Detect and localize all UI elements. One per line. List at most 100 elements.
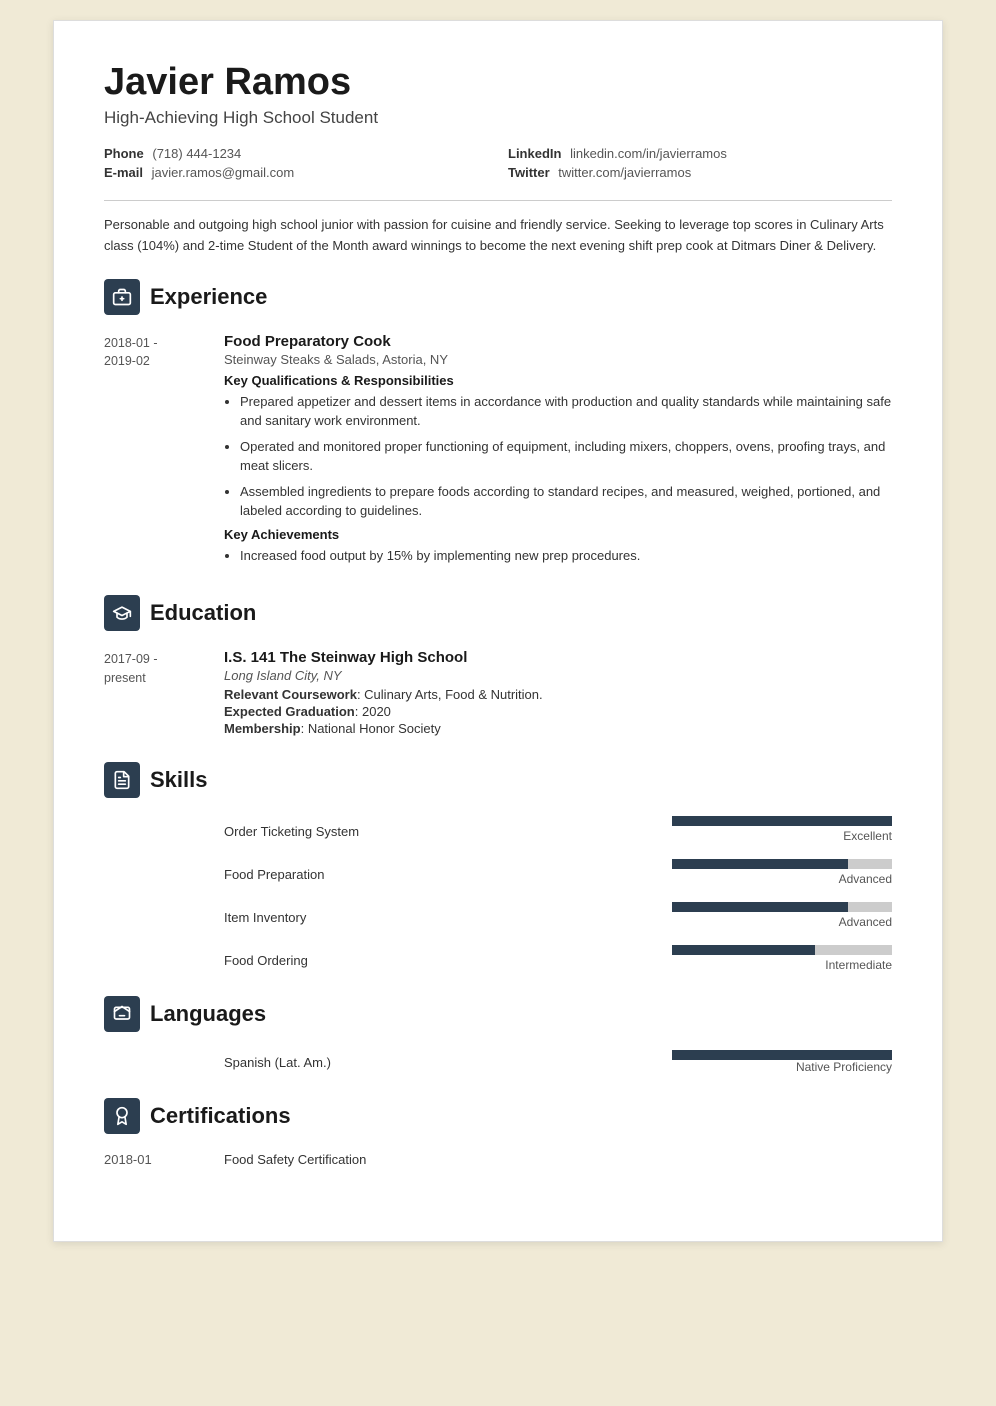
skill-bar-wrap-1 xyxy=(672,859,892,869)
languages-header: Languages xyxy=(104,996,892,1036)
edu-location-0: Long Island City, NY xyxy=(224,668,892,683)
skill-row-2: Item Inventory Advanced xyxy=(104,902,892,929)
lang-row-0: Spanish (Lat. Am.) Native Proficiency xyxy=(104,1050,892,1074)
email-label: E-mail xyxy=(104,165,143,180)
education-section: Education 2017-09 -present I.S. 141 The … xyxy=(104,595,892,738)
skill-bar-container-2: Advanced xyxy=(672,902,892,929)
achievement-0: Increased food output by 15% by implemen… xyxy=(240,546,892,566)
exp-date-0: 2018-01 -2019-02 xyxy=(104,333,214,572)
qualification-1: Operated and monitored proper functionin… xyxy=(240,437,892,476)
skills-title: Skills xyxy=(150,767,207,793)
edu-date-0: 2017-09 -present xyxy=(104,649,214,738)
achievements-heading: Key Achievements xyxy=(224,527,892,542)
skill-row-3: Food Ordering Intermediate xyxy=(104,945,892,972)
twitter-contact: Twitter twitter.com/javierramos xyxy=(508,165,892,180)
phone-value: (718) 444-1234 xyxy=(152,146,241,161)
languages-title: Languages xyxy=(150,1001,266,1027)
certifications-header: Certifications xyxy=(104,1098,892,1138)
summary-text: Personable and outgoing high school juni… xyxy=(104,215,892,257)
experience-title: Experience xyxy=(150,284,267,310)
candidate-title: High-Achieving High School Student xyxy=(104,108,892,128)
experience-section: Experience 2018-01 -2019-02 Food Prepara… xyxy=(104,279,892,572)
education-header: Education xyxy=(104,595,892,635)
header-divider xyxy=(104,200,892,201)
skill-bar-fill-3 xyxy=(672,945,815,955)
coursework-label: Relevant Coursework xyxy=(224,687,357,702)
language-rows: Spanish (Lat. Am.) Native Proficiency xyxy=(104,1050,892,1074)
cert-entry-0: 2018-01 Food Safety Certification xyxy=(104,1152,892,1167)
skill-bar-container-0: Excellent xyxy=(672,816,892,843)
twitter-value: twitter.com/javierramos xyxy=(558,165,691,180)
skill-row-0: Order Ticketing System Excellent xyxy=(104,816,892,843)
skill-name-3: Food Ordering xyxy=(224,953,662,972)
linkedin-contact: LinkedIn linkedin.com/in/javierramos xyxy=(508,146,892,161)
education-icon xyxy=(104,595,140,631)
skill-row-1: Food Preparation Advanced xyxy=(104,859,892,886)
lang-bar-wrap-0 xyxy=(672,1050,892,1060)
job-title-0: Food Preparatory Cook xyxy=(224,333,892,350)
qualification-2: Assembled ingredients to prepare foods a… xyxy=(240,482,892,521)
linkedin-value: linkedin.com/in/javierramos xyxy=(570,146,727,161)
certifications-icon xyxy=(104,1098,140,1134)
cert-name-0: Food Safety Certification xyxy=(224,1152,892,1167)
twitter-label: Twitter xyxy=(508,165,550,180)
skills-rows: Order Ticketing System Excellent Food Pr… xyxy=(104,816,892,972)
membership-value: National Honor Society xyxy=(308,721,441,736)
coursework-value: Culinary Arts, Food & Nutrition. xyxy=(364,687,542,702)
linkedin-label: LinkedIn xyxy=(508,146,561,161)
graduation-value: 2020 xyxy=(362,704,391,719)
edu-school-0: I.S. 141 The Steinway High School xyxy=(224,649,892,666)
languages-section: Languages Spanish (Lat. Am.) Native Prof… xyxy=(104,996,892,1074)
membership-label: Membership xyxy=(224,721,301,736)
candidate-name: Javier Ramos xyxy=(104,61,892,104)
resume-container: Javier Ramos High-Achieving High School … xyxy=(53,20,943,1242)
languages-icon xyxy=(104,996,140,1032)
skill-bar-fill-0 xyxy=(672,816,892,826)
certifications-title: Certifications xyxy=(150,1103,291,1129)
certifications-section: Certifications 2018-01 Food Safety Certi… xyxy=(104,1098,892,1167)
education-title: Education xyxy=(150,600,256,626)
lang-level-0: Native Proficiency xyxy=(796,1060,892,1074)
experience-header: Experience xyxy=(104,279,892,319)
experience-icon xyxy=(104,279,140,315)
skill-bar-fill-2 xyxy=(672,902,848,912)
edu-graduation: Expected Graduation: 2020 xyxy=(224,704,892,719)
edu-membership: Membership: National Honor Society xyxy=(224,721,892,736)
education-entry-0: 2017-09 -present I.S. 141 The Steinway H… xyxy=(104,649,892,738)
company-0: Steinway Steaks & Salads, Astoria, NY xyxy=(224,352,892,367)
email-value: javier.ramos@gmail.com xyxy=(152,165,295,180)
phone-label: Phone xyxy=(104,146,144,161)
lang-name-0: Spanish (Lat. Am.) xyxy=(224,1055,662,1074)
skills-header: Skills xyxy=(104,762,892,802)
contact-grid: Phone (718) 444-1234 LinkedIn linkedin.c… xyxy=(104,146,892,180)
graduation-label: Expected Graduation xyxy=(224,704,355,719)
lang-bar-container-0: Native Proficiency xyxy=(672,1050,892,1074)
skill-bar-container-3: Intermediate xyxy=(672,945,892,972)
skill-bar-fill-1 xyxy=(672,859,848,869)
achievements-list: Increased food output by 15% by implemen… xyxy=(224,546,892,566)
skill-level-0: Excellent xyxy=(843,829,892,843)
cert-date-0: 2018-01 xyxy=(104,1152,214,1167)
skill-bar-container-1: Advanced xyxy=(672,859,892,886)
skill-name-0: Order Ticketing System xyxy=(224,824,662,843)
header-section: Javier Ramos High-Achieving High School … xyxy=(104,61,892,257)
experience-entry-0: 2018-01 -2019-02 Food Preparatory Cook S… xyxy=(104,333,892,572)
skill-bar-wrap-3 xyxy=(672,945,892,955)
skill-name-2: Item Inventory xyxy=(224,910,662,929)
email-contact: E-mail javier.ramos@gmail.com xyxy=(104,165,488,180)
skill-name-1: Food Preparation xyxy=(224,867,662,886)
edu-coursework: Relevant Coursework: Culinary Arts, Food… xyxy=(224,687,892,702)
skill-level-3: Intermediate xyxy=(825,958,892,972)
edu-content-0: I.S. 141 The Steinway High School Long I… xyxy=(224,649,892,738)
lang-bar-fill-0 xyxy=(672,1050,892,1060)
skills-section: Skills Order Ticketing System Excellent … xyxy=(104,762,892,972)
skills-icon xyxy=(104,762,140,798)
phone-contact: Phone (718) 444-1234 xyxy=(104,146,488,161)
qualification-0: Prepared appetizer and dessert items in … xyxy=(240,392,892,431)
skill-level-1: Advanced xyxy=(839,872,892,886)
certification-rows: 2018-01 Food Safety Certification xyxy=(104,1152,892,1167)
skill-bar-wrap-2 xyxy=(672,902,892,912)
skill-level-2: Advanced xyxy=(839,915,892,929)
exp-content-0: Food Preparatory Cook Steinway Steaks & … xyxy=(224,333,892,572)
qualifications-heading: Key Qualifications & Responsibilities xyxy=(224,373,892,388)
